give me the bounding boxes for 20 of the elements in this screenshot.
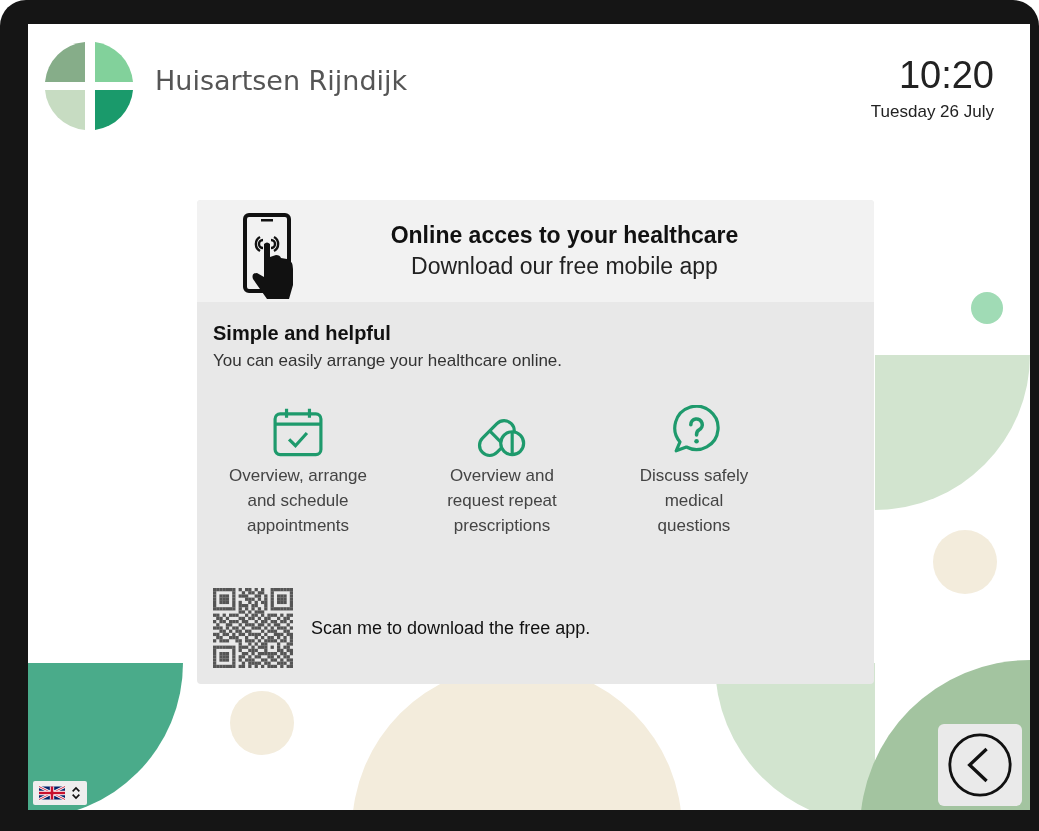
qr-caption: Scan me to download the free app. — [311, 617, 591, 639]
card-subheading: Download our free mobile app — [411, 253, 718, 280]
section-text: You can easily arrange your healthcare online. — [213, 351, 564, 371]
card-heading: Online acces to your healthcare — [390, 222, 739, 249]
decorative-circle — [971, 292, 1003, 324]
feature-label: Overview and request repeat prescriptions — [447, 465, 557, 537]
decorative-circle — [933, 530, 997, 594]
flag-icon — [39, 785, 65, 801]
language-selector[interactable] — [33, 781, 87, 805]
section-title: Simple and helpful — [213, 322, 392, 345]
phone-tap-icon — [243, 213, 295, 301]
decorative-circle — [230, 691, 294, 755]
up-down-chevron-icon — [71, 785, 81, 801]
feature-label: Discuss safely medical questions — [639, 465, 749, 537]
practice-name: Huisartsen Rijndijk — [155, 64, 408, 96]
clock-time: 10:20 — [898, 54, 994, 96]
logo-icon — [43, 40, 135, 132]
back-button[interactable] — [938, 724, 1022, 806]
feature-label: Overview, arrange and schedule appointments — [229, 465, 367, 537]
clock-date: Tuesday 26 July — [870, 102, 994, 122]
